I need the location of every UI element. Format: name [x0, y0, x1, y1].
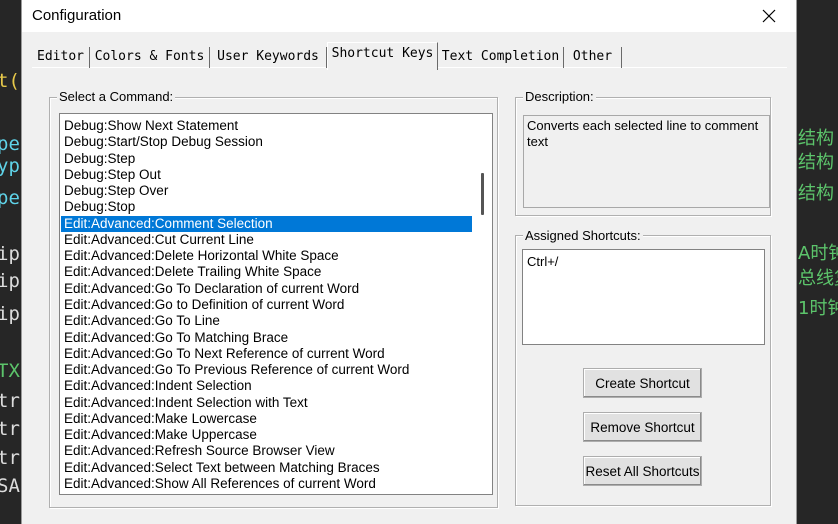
background-code-fragment: 1时钟 [798, 298, 838, 319]
background-code-fragment: ip [0, 243, 20, 265]
dialog-title: Configuration [32, 7, 122, 24]
command-list-item[interactable]: Debug:Show Next Statement [61, 118, 472, 134]
background-code-fragment: pe [0, 133, 20, 155]
command-list-item[interactable]: Edit:Advanced:Cut Current Line [61, 232, 472, 248]
background-code-fragment: yp [0, 155, 20, 177]
editor-background-left: t(pe yp pe ip ip ip TX tr tr tr SA [0, 0, 22, 524]
command-list-item[interactable]: Edit:Advanced:Make Lowercase [61, 411, 472, 427]
remove-shortcut-button[interactable]: Remove Shortcut [583, 412, 702, 442]
close-icon [762, 9, 776, 23]
background-code-fragment: ip [0, 303, 20, 325]
command-list-item[interactable]: Edit:Advanced:Delete Horizontal White Sp… [61, 248, 472, 264]
command-list-item[interactable]: Debug:Start/Stop Debug Session [61, 134, 472, 150]
command-list-item[interactable]: Debug:Step Out [61, 167, 472, 183]
command-list-item[interactable]: Debug:Step [61, 151, 472, 167]
background-code-fragment: ip [0, 270, 20, 292]
description-text: Converts each selected line to comment t… [523, 115, 770, 208]
command-list-item[interactable]: Edit:Advanced:Show All References of cur… [61, 476, 472, 492]
command-list-item[interactable]: Edit:Advanced:Indent Selection [61, 378, 472, 394]
command-list-item[interactable]: Edit:Advanced:Comment Selection [61, 215, 472, 232]
background-code-fragment: SA [0, 475, 20, 497]
command-list-item[interactable]: Debug:Stop [61, 199, 472, 215]
command-list-item[interactable]: Edit:Advanced:Go to Definition of curren… [61, 297, 472, 313]
tab-user-keywords[interactable]: User Keywords [210, 47, 327, 68]
command-list-item[interactable]: Edit:Advanced:Select Text between Matchi… [61, 460, 472, 476]
select-command-label: Select a Command: [57, 89, 176, 105]
command-list-scrollbar[interactable] [474, 114, 492, 494]
background-code-fragment: t( [0, 70, 20, 92]
configuration-dialog: Configuration Editor Colors & Fonts User… [21, 0, 797, 524]
close-button[interactable] [746, 0, 792, 32]
background-code-fragment: 总线复 [798, 268, 838, 289]
command-list-item[interactable]: Edit:Advanced:Go To Matching Brace [61, 330, 472, 346]
tab-shortcut-keys[interactable]: Shortcut Keys [327, 42, 438, 70]
background-code-fragment: 结构 [798, 183, 834, 204]
command-list-item[interactable]: Edit:Advanced:Refresh Source Browser Vie… [61, 443, 472, 459]
editor-background-right: 结构结构结构A时钟总线复1时钟 [796, 0, 838, 524]
background-code-fragment: tr [0, 390, 20, 412]
assigned-shortcuts-list[interactable]: Ctrl+/ [522, 249, 765, 345]
background-code-fragment: A时钟 [798, 243, 838, 264]
background-code-fragment: tr [0, 447, 20, 469]
command-list-item[interactable]: Edit:Advanced:Delete Trailing White Spac… [61, 264, 472, 280]
title-bar: Configuration [22, 0, 796, 32]
create-shortcut-button[interactable]: Create Shortcut [583, 368, 702, 398]
background-code-fragment: TX [0, 360, 20, 382]
background-code-fragment: 结构 [798, 128, 834, 149]
description-label: Description: [523, 89, 596, 105]
command-list-item[interactable]: Debug:Step Over [61, 183, 472, 199]
tab-other[interactable]: Other [564, 47, 622, 68]
command-list-item[interactable]: Edit:Advanced:Go To Previous Reference o… [61, 362, 472, 378]
background-code-fragment: tr [0, 418, 20, 440]
command-list[interactable]: Debug:Show Next Statement Debug:Start/Sto… [59, 113, 493, 495]
scrollbar-thumb[interactable] [481, 173, 484, 215]
tab-editor[interactable]: Editor [32, 47, 90, 68]
shortcut-item[interactable]: Ctrl+/ [527, 254, 760, 269]
command-list-item[interactable]: Edit:Advanced:Go To Next Reference of cu… [61, 346, 472, 362]
command-list-item[interactable]: Edit:Advanced:Go To Declaration of curre… [61, 281, 472, 297]
command-list-item[interactable]: Edit:Advanced:Go To Line [61, 313, 472, 329]
background-code-fragment: pe [0, 187, 20, 209]
assigned-shortcuts-label: Assigned Shortcuts: [523, 228, 643, 244]
command-list-item[interactable]: Edit:Advanced:Indent Selection with Text [61, 395, 472, 411]
reset-all-shortcuts-button[interactable]: Reset All Shortcuts [583, 456, 702, 486]
tab-text-completion[interactable]: Text Completion [438, 47, 564, 68]
command-list-item[interactable]: Edit:Advanced:Make Uppercase [61, 427, 472, 443]
background-code-fragment: 结构 [798, 152, 834, 173]
tab-colors-fonts[interactable]: Colors & Fonts [90, 47, 210, 68]
